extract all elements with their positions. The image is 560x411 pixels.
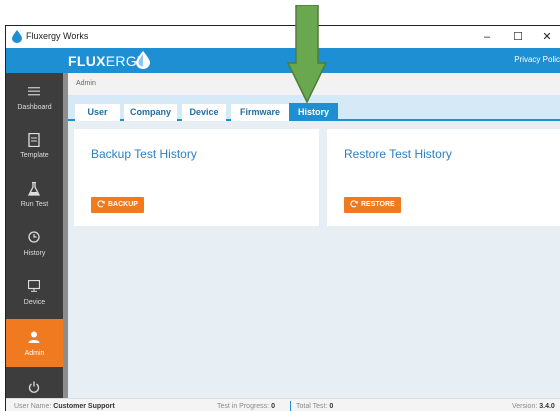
tab-company[interactable]: Company [124, 104, 177, 121]
restore-button[interactable]: RESTORE [344, 197, 401, 213]
status-user-value: Customer Support [53, 403, 115, 410]
sidebar-item-label: History [23, 250, 46, 257]
maximize-button[interactable]: ☐ [503, 28, 533, 46]
status-total-label: Total Test: [296, 403, 328, 410]
app-window: Fluxergy Works – ☐ ✕ FLUXERGY Privacy Po… [5, 25, 560, 411]
restore-card: Restore Test History RESTORE [327, 129, 560, 226]
status-version: Version: 3.4.0 [512, 403, 555, 410]
backup-button-label: BACKUP [108, 201, 138, 208]
fluxergy-logo: FLUXERGY [68, 53, 147, 69]
refresh-icon [350, 200, 358, 208]
flask-icon [28, 182, 40, 196]
status-progress-value: 0 [271, 403, 275, 410]
tab-device[interactable]: Device [182, 104, 226, 121]
backup-card: Backup Test History BACKUP [74, 129, 319, 226]
header-bar: FLUXERGY Privacy Polic [6, 48, 560, 73]
breadcrumb: Admin [76, 80, 96, 87]
annotation-down-arrow-icon [287, 5, 327, 104]
droplet-icon [12, 30, 22, 43]
sidebar-item-label: Run Test [20, 201, 49, 208]
tab-user[interactable]: User [75, 104, 120, 121]
main-content: User Company Device Firmware History Bac… [68, 95, 560, 398]
refresh-icon [97, 200, 105, 208]
status-test-in-progress: Test in Progress: 0 [217, 403, 275, 410]
sidebar-item-admin[interactable]: Admin [6, 319, 63, 367]
status-bar: User Name: Customer Support Test in Prog… [6, 398, 560, 411]
restore-button-label: RESTORE [361, 201, 395, 208]
sidebar-item-run-test[interactable]: Run Test [6, 170, 63, 218]
status-user: User Name: Customer Support [14, 403, 115, 410]
sidebar-item-label: Dashboard [17, 104, 52, 111]
status-divider [290, 401, 291, 411]
status-progress-label: Test in Progress: [217, 403, 270, 410]
menu-icon [28, 87, 40, 96]
status-total-value: 0 [329, 403, 334, 410]
sidebar-item-label: Admin [24, 350, 45, 357]
status-user-label: User Name: [14, 403, 52, 410]
power-icon [28, 381, 40, 393]
restore-card-title: Restore Test History [344, 147, 452, 161]
sidebar: Dashboard Template Run Test History Devi… [6, 73, 63, 398]
backup-button[interactable]: BACKUP [91, 197, 144, 213]
sidebar-item-label: Device [23, 299, 46, 306]
window-title: Fluxergy Works [26, 31, 89, 41]
tab-firmware[interactable]: Firmware [231, 104, 289, 121]
monitor-icon [28, 280, 40, 292]
status-total-test: Total Test: 0 [296, 403, 333, 410]
status-version-value: 3.4.0 [539, 403, 555, 410]
backup-card-title: Backup Test History [91, 147, 197, 161]
close-button[interactable]: ✕ [532, 28, 560, 46]
sidebar-item-device[interactable]: Device [6, 268, 63, 316]
document-icon [28, 133, 40, 147]
tab-history[interactable]: History [289, 103, 338, 121]
privacy-policy-link[interactable]: Privacy Polic [514, 55, 560, 64]
sidebar-item-template[interactable]: Template [6, 121, 63, 169]
title-bar: Fluxergy Works – ☐ ✕ [6, 26, 560, 48]
logo-bold-text: FLUX [68, 53, 106, 69]
sidebar-item-history[interactable]: History [6, 219, 63, 267]
status-version-label: Version: [512, 403, 538, 410]
logo-droplet-icon [136, 51, 150, 69]
minimize-button[interactable]: – [472, 28, 502, 46]
history-icon [28, 231, 40, 243]
user-icon [28, 331, 40, 343]
sidebar-item-dashboard[interactable]: Dashboard [6, 73, 63, 121]
sidebar-item-label: Template [20, 152, 49, 159]
